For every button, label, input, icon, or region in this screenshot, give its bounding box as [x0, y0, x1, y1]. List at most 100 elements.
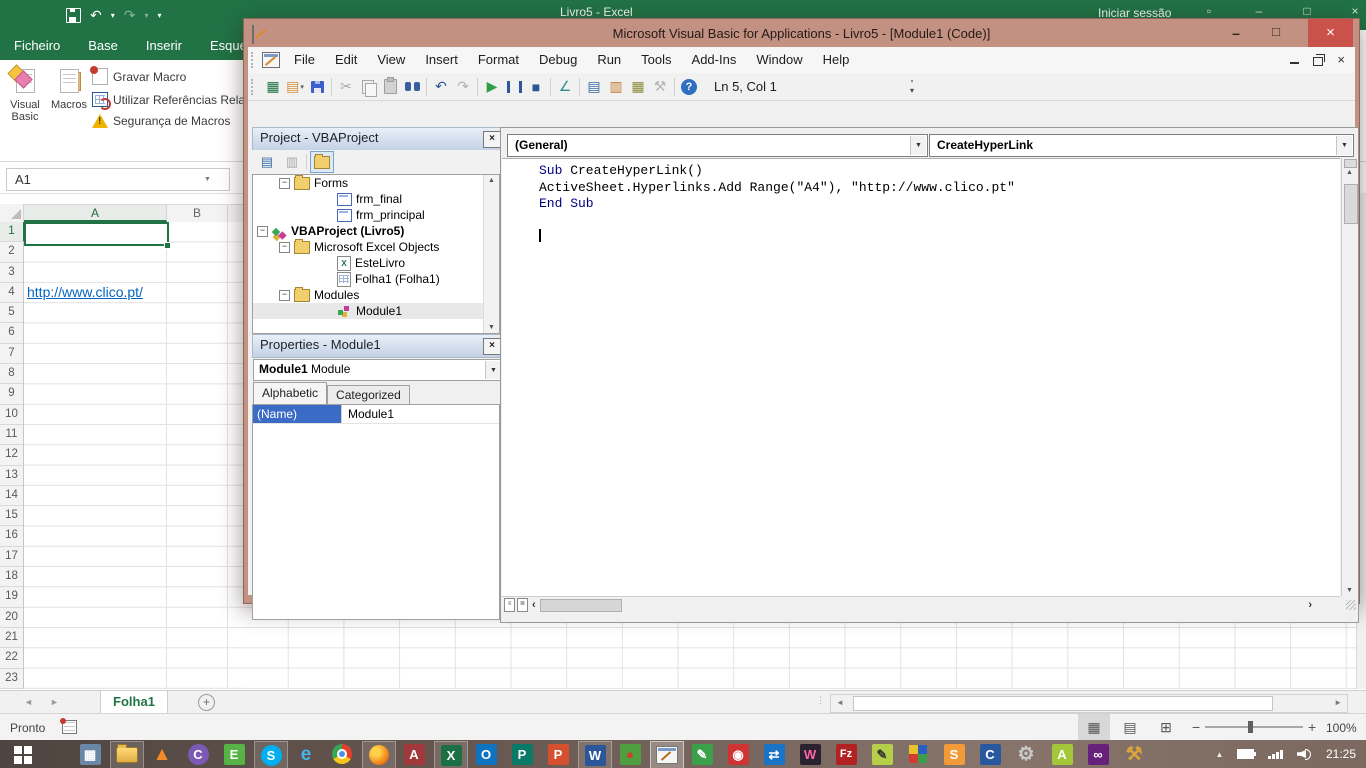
scroll-right-icon[interactable]: ›: [1308, 599, 1312, 611]
menu-help[interactable]: Help: [813, 47, 860, 73]
tree-item-frm-principal[interactable]: frm_principal: [253, 207, 499, 223]
ribbon-tab-inserir[interactable]: Inserir: [132, 30, 196, 60]
macro-security-button[interactable]: Segurança de Macros: [92, 114, 245, 128]
design-mode-icon[interactable]: ∠: [554, 77, 576, 97]
taskbar-icon-file-explorer[interactable]: [110, 741, 144, 768]
taskbar-icon-start[interactable]: [6, 741, 38, 767]
taskbar-icon-vba-editor[interactable]: [650, 741, 684, 768]
row-header-4[interactable]: 4: [0, 283, 23, 304]
page-break-view-button[interactable]: ⊞: [1150, 714, 1182, 740]
save-icon[interactable]: [306, 77, 328, 97]
properties-panel-close-icon[interactable]: ×: [483, 338, 501, 355]
row-header-23[interactable]: 23: [0, 669, 23, 689]
taskbar-icon-teamviewer[interactable]: ⇄: [758, 741, 790, 767]
scroll-up-icon[interactable]: ▲: [484, 177, 499, 184]
zoom-slider-thumb[interactable]: [1248, 721, 1253, 733]
taskbar-icon-vlc[interactable]: ▲: [146, 741, 178, 767]
redo-icon[interactable]: ↷: [452, 77, 474, 97]
tree-expander-icon[interactable]: −: [279, 241, 290, 253]
row-header-17[interactable]: 17: [0, 547, 23, 568]
worksheet-grid[interactable]: http://www.clico.pt/: [24, 222, 243, 689]
row-header-7[interactable]: 7: [0, 344, 23, 365]
taskbar-icon-bittorrent[interactable]: C: [182, 741, 214, 767]
new-sheet-button[interactable]: +: [198, 694, 215, 711]
taskbar-icon-wattpad[interactable]: W: [794, 741, 826, 767]
taskbar-icon-filezilla[interactable]: Fz: [830, 741, 862, 767]
vertical-scroll-thumb[interactable]: [1344, 184, 1358, 224]
full-module-view-icon[interactable]: ≣: [517, 598, 528, 612]
row-header-18[interactable]: 18: [0, 567, 23, 588]
taskbar-icon-game[interactable]: ●: [614, 741, 646, 767]
customize-qat-icon[interactable]: ▾: [158, 11, 162, 20]
taskbar-icon-skype[interactable]: S: [254, 741, 288, 768]
ribbon-tab-base[interactable]: Base: [74, 30, 132, 60]
resize-grip[interactable]: [1346, 600, 1356, 610]
undo-icon[interactable]: ↶: [430, 77, 452, 97]
ribbon-tab-esquema[interactable]: Esquema: [196, 30, 243, 60]
page-layout-view-button[interactable]: ▤: [1114, 714, 1146, 740]
taskbar-icon-pen-tool[interactable]: ✎: [686, 741, 718, 767]
project-tree-scrollbar[interactable]: ▲ ▼: [483, 175, 499, 333]
tree-item-module1[interactable]: Module1: [253, 303, 499, 319]
tree-item-estelivro[interactable]: EsteLivro: [253, 255, 499, 271]
row-header-14[interactable]: 14: [0, 486, 23, 507]
toggle-folders-icon[interactable]: [310, 151, 334, 173]
reset-icon[interactable]: ■: [525, 77, 547, 97]
taskbar-icon-powerpoint[interactable]: P: [542, 741, 574, 767]
taskbar-icon-notepad-editor[interactable]: ✎: [866, 741, 898, 767]
menu-view[interactable]: View: [367, 47, 415, 73]
ribbon-tab-ficheiro[interactable]: Ficheiro: [0, 30, 74, 60]
view-object-icon[interactable]: ▥: [281, 152, 303, 172]
menu-run[interactable]: Run: [587, 47, 631, 73]
taskbar-clock[interactable]: 21:25: [1326, 747, 1356, 761]
zoom-out-button[interactable]: −: [1192, 719, 1200, 735]
normal-view-button[interactable]: ▦: [1078, 714, 1110, 740]
view-excel-icon[interactable]: ▦: [262, 77, 284, 97]
row-header-11[interactable]: 11: [0, 425, 23, 446]
selector-dropdown-icon[interactable]: ▼: [485, 361, 501, 379]
toolbox-icon[interactable]: ⚒: [649, 77, 671, 97]
row-header-20[interactable]: 20: [0, 608, 23, 628]
taskbar-icon-firefox[interactable]: [362, 741, 396, 768]
vba-minimize-button[interactable]: –: [1224, 25, 1248, 41]
horizontal-scrollbar[interactable]: ◄ ►: [830, 694, 1348, 713]
scroll-down-icon[interactable]: ▼: [484, 324, 499, 331]
sheet-tab-folha1[interactable]: Folha1: [100, 691, 168, 715]
procedure-view-icon[interactable]: ≡: [504, 598, 515, 612]
row-header-12[interactable]: 12: [0, 445, 23, 466]
properties-window-icon[interactable]: ▥: [605, 77, 627, 97]
battery-icon[interactable]: [1237, 749, 1257, 759]
code-horizontal-scrollbar[interactable]: ≡ ≣ ‹ ›: [502, 596, 1340, 613]
taskbar-icon-excel[interactable]: X: [434, 741, 468, 768]
object-dropdown-icon[interactable]: ▼: [910, 136, 926, 155]
object-dropdown[interactable]: (General) ▼: [507, 134, 928, 157]
taskbar-icon-picpick[interactable]: ⚒: [1118, 741, 1150, 767]
redo-button[interactable]: ↷: [124, 8, 136, 22]
row-header-22[interactable]: 22: [0, 648, 23, 669]
view-code-icon[interactable]: ▤: [256, 152, 278, 172]
copy-icon[interactable]: [357, 77, 379, 97]
taskbar-icon-scratch[interactable]: S: [938, 741, 970, 767]
menu-debug[interactable]: Debug: [529, 47, 587, 73]
cut-icon[interactable]: ✂: [335, 77, 357, 97]
tree-item-modules[interactable]: − Modules: [253, 286, 499, 303]
menu-tools[interactable]: Tools: [631, 47, 681, 73]
tree-item-vbaproject-livro5-[interactable]: − VBAProject (Livro5): [253, 223, 499, 239]
gravar-macro-button[interactable]: Gravar Macro: [90, 66, 245, 85]
toolbar-grip[interactable]: [251, 78, 258, 95]
menu-insert[interactable]: Insert: [415, 47, 468, 73]
tab-alphabetic[interactable]: Alphabetic: [253, 382, 328, 404]
macro-record-status-icon[interactable]: [60, 718, 77, 734]
taskbar-icon-android-app[interactable]: A: [1046, 741, 1078, 767]
excel-close-button[interactable]: ×: [1344, 4, 1366, 18]
toolbar-overflow-icon[interactable]: ⹀ ▾: [904, 77, 920, 97]
vba-close-button[interactable]: ×: [1308, 19, 1353, 47]
name-box-dropdown-icon[interactable]: ▼: [204, 176, 211, 183]
select-all-corner[interactable]: [0, 204, 24, 221]
tree-expander-icon[interactable]: −: [279, 289, 290, 301]
save-icon[interactable]: [66, 7, 81, 23]
row-header-10[interactable]: 10: [0, 405, 23, 425]
mdi-restore-icon[interactable]: [1313, 54, 1326, 66]
properties-object-selector[interactable]: Module1 Module ▼: [253, 359, 503, 381]
break-icon[interactable]: [503, 77, 525, 97]
